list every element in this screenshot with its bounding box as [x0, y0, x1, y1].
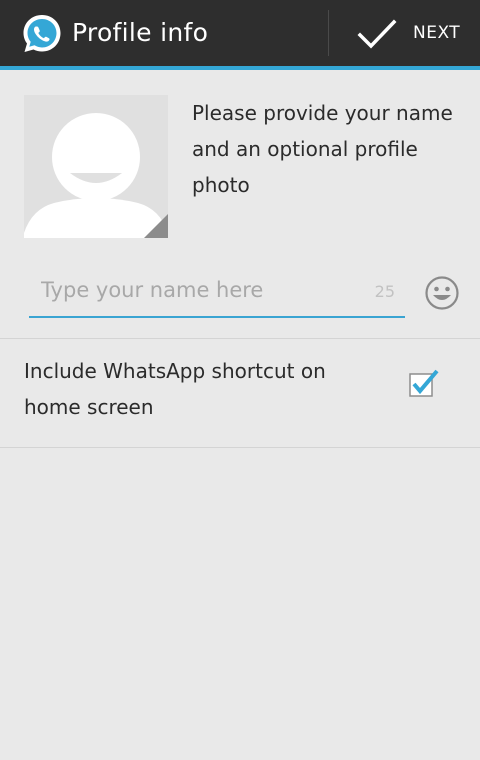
profile-prompt-text: Please provide your name and an optional…: [192, 101, 453, 197]
shortcut-option-label: Include WhatsApp shortcut on home screen: [24, 359, 326, 419]
check-icon: [357, 19, 397, 49]
character-counter: 25: [374, 282, 395, 301]
divider: [0, 447, 480, 448]
next-button[interactable]: NEXT: [329, 0, 480, 66]
profile-photo-button[interactable]: [24, 95, 168, 238]
whatsapp-logo-icon: [23, 15, 61, 52]
smiley-icon[interactable]: [424, 275, 460, 311]
action-bar: Profile info NEXT: [0, 0, 480, 66]
next-button-label: NEXT: [413, 23, 461, 43]
name-field: 25: [29, 268, 405, 318]
shortcut-checkbox[interactable]: [408, 368, 440, 398]
name-input[interactable]: [29, 268, 371, 312]
action-bar-accent-line: [0, 66, 480, 70]
photo-corner-indicator: [144, 214, 168, 238]
page-title: Profile info: [72, 18, 209, 47]
shortcut-option-row[interactable]: Include WhatsApp shortcut on home screen: [0, 339, 480, 447]
